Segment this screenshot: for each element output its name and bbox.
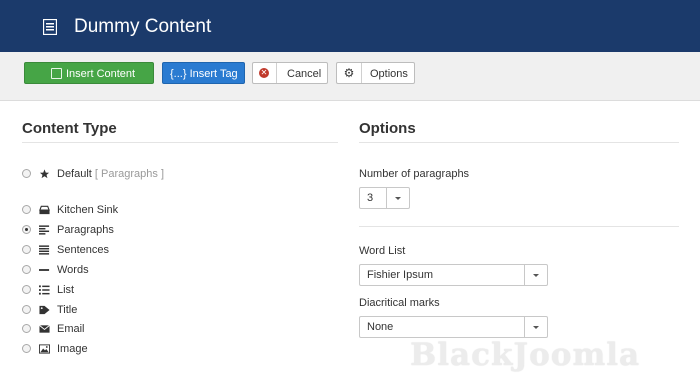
options-divider: [359, 142, 679, 143]
options-inner-divider: [359, 226, 679, 227]
diacritical-marks-label: Diacritical marks: [359, 297, 440, 309]
chevron-down-icon[interactable]: [524, 265, 547, 285]
cancel-button[interactable]: ✕ Cancel: [252, 62, 328, 84]
option-image-label: Image: [57, 343, 88, 355]
insert-tag-label: {...} Insert Tag: [170, 68, 238, 80]
diacritical-marks-value: None: [367, 321, 394, 333]
close-icon: ✕: [259, 68, 269, 78]
option-title-label: Title: [57, 304, 78, 316]
option-paragraphs-label: Paragraphs: [57, 224, 114, 236]
insert-tag-button[interactable]: {...} Insert Tag: [162, 62, 245, 84]
cancel-icon-box: ✕: [253, 63, 277, 83]
chevron-down-icon[interactable]: [386, 188, 409, 208]
radio-title[interactable]: [22, 305, 31, 314]
sink-icon: [39, 205, 50, 215]
content-type-divider: [22, 142, 338, 143]
paragraph-icon: [39, 225, 50, 235]
radio-kitchen-sink[interactable]: [22, 205, 31, 214]
star-icon: [39, 169, 50, 179]
word-list-select[interactable]: Fishier Ipsum: [359, 264, 548, 286]
list-icon: [39, 285, 50, 295]
option-default-hint: [ Paragraphs ]: [94, 168, 165, 180]
envelope-icon: [39, 324, 50, 333]
option-default-label: Default: [57, 168, 92, 180]
options-label: Options: [370, 68, 408, 80]
content-type-title: Content Type: [22, 120, 117, 137]
radio-default[interactable]: [22, 169, 31, 178]
paragraphs-count-value: 3: [367, 192, 374, 204]
radio-email[interactable]: [22, 324, 31, 333]
option-words-label: Words: [57, 264, 89, 276]
radio-list[interactable]: [22, 285, 31, 294]
radio-words[interactable]: [22, 265, 31, 274]
diacritical-marks-select[interactable]: None: [359, 316, 548, 338]
word-list-value: Fishier Ipsum: [367, 269, 434, 281]
list-icon: [43, 19, 57, 35]
option-email-label: Email: [57, 323, 85, 335]
image-icon: [39, 344, 50, 354]
radio-image[interactable]: [22, 344, 31, 353]
word-list-label: Word List: [359, 245, 406, 257]
option-sentences-label: Sentences: [57, 244, 109, 256]
sentences-icon: [39, 245, 50, 255]
toolbar: Insert Content {...} Insert Tag ✕ Cancel…: [0, 52, 700, 101]
option-list-label: List: [57, 284, 75, 296]
chevron-down-icon[interactable]: [524, 317, 547, 337]
tag-icon: [39, 305, 50, 315]
gear-icon: ⚙: [337, 63, 362, 83]
radio-sentences[interactable]: [22, 245, 31, 254]
page-title: Dummy Content: [74, 16, 212, 37]
paragraphs-count-label: Number of paragraphs: [359, 168, 470, 180]
insert-content-label: Insert Content: [66, 68, 136, 80]
option-kitchen-sink-label: Kitchen Sink: [57, 204, 119, 216]
options-button[interactable]: ⚙ Options: [336, 62, 415, 84]
paragraphs-count-select[interactable]: 3: [359, 187, 410, 209]
options-title: Options: [359, 120, 416, 137]
radio-paragraphs[interactable]: [22, 225, 31, 234]
minus-icon: [39, 269, 50, 271]
insert-content-button[interactable]: Insert Content: [24, 62, 154, 84]
app-header: Dummy Content: [0, 0, 700, 52]
watermark: BlackJoomla: [410, 337, 641, 373]
square-icon: [51, 68, 62, 79]
cancel-label: Cancel: [287, 68, 322, 80]
